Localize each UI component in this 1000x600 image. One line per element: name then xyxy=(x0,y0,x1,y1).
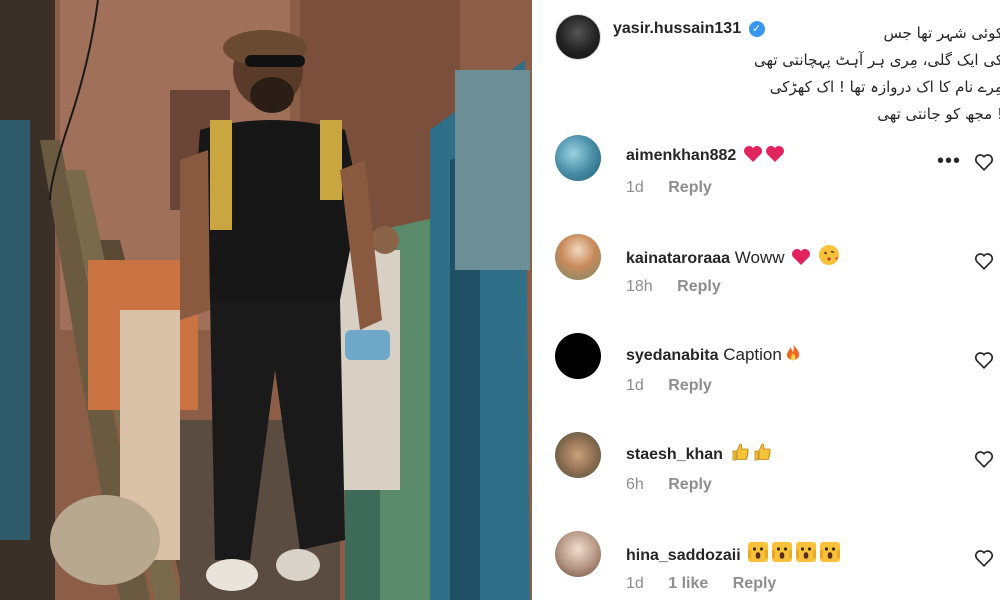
comment-item: syedanabita Caption 1d Reply xyxy=(555,333,995,423)
heart-emoji-icon xyxy=(743,145,763,168)
comment-time: 6h xyxy=(626,476,644,493)
comment-time: 1d xyxy=(626,377,644,394)
comment-line: kainataroraaa Woww xyxy=(626,244,840,271)
heart-emoji-icon xyxy=(765,145,785,168)
comment-line: hina_saddozaii xyxy=(626,541,841,568)
reply-button[interactable]: Reply xyxy=(677,278,721,295)
caption-line: کی ایک گلی، مِری ہر آہٹ پہچانتی تھی xyxy=(753,51,1000,69)
reply-button[interactable]: Reply xyxy=(668,179,712,196)
comment-line: syedanabita Caption xyxy=(626,343,802,368)
comment-meta: 1d Reply xyxy=(626,377,732,395)
commenter-avatar[interactable] xyxy=(555,432,601,478)
comment-item: kainataroraaa Woww 18h Reply xyxy=(555,234,995,324)
caption-text: کوئی شہر تھا جس کی ایک گلی، مِری ہر آہٹ … xyxy=(613,20,1000,128)
fire-emoji-icon xyxy=(784,343,802,368)
commenter-username[interactable]: hina_saddozaii xyxy=(626,547,741,564)
commenter-username[interactable]: kainataroraaa xyxy=(626,250,730,267)
like-heart-icon[interactable] xyxy=(973,448,995,470)
comment-line: staesh_khan xyxy=(626,442,772,467)
like-heart-icon[interactable] xyxy=(973,151,995,173)
comment-text: Woww xyxy=(734,248,785,267)
post-photo[interactable] xyxy=(0,0,532,600)
commenter-avatar[interactable] xyxy=(555,531,601,577)
commenter-username[interactable]: syedanabita xyxy=(626,347,718,364)
comment-time: 1d xyxy=(626,575,644,592)
comment-item: staesh_khan 6h Reply xyxy=(555,432,995,522)
thumbs-up-emoji-icon xyxy=(730,442,750,467)
like-heart-icon[interactable] xyxy=(973,349,995,371)
comment-meta: 6h Reply xyxy=(626,476,732,494)
kiss-face-emoji-icon xyxy=(818,244,840,271)
thumbs-up-emoji-icon xyxy=(752,442,772,467)
like-heart-icon[interactable] xyxy=(973,547,995,569)
commenter-username[interactable]: staesh_khan xyxy=(626,446,723,463)
street-photo xyxy=(0,0,532,600)
reply-button[interactable]: Reply xyxy=(668,476,712,493)
comment-meta: 1d 1 like Reply xyxy=(626,575,796,593)
comment-meta: 1d Reply xyxy=(626,179,732,197)
comment-time: 18h xyxy=(626,278,653,295)
scream-emoji-icon xyxy=(795,541,817,568)
scream-emoji-icon xyxy=(819,541,841,568)
like-heart-icon[interactable] xyxy=(973,250,995,272)
commenter-avatar[interactable] xyxy=(555,135,601,181)
comment-text: Caption xyxy=(723,345,782,364)
reply-button[interactable]: Reply xyxy=(668,377,712,394)
caption-line: مِرے نام کا اک دروازہ تھا ! اک کھڑکی xyxy=(769,78,1000,96)
comment-item: aimenkhan882 1d Reply ••• xyxy=(555,135,995,225)
commenter-username[interactable]: aimenkhan882 xyxy=(626,147,736,164)
divider xyxy=(532,0,540,600)
author-avatar[interactable] xyxy=(555,14,601,60)
comment-line: aimenkhan882 xyxy=(626,145,785,168)
caption-line: کوئی شہر تھا جس xyxy=(883,24,1000,42)
commenter-avatar[interactable] xyxy=(555,234,601,280)
more-options-icon[interactable]: ••• xyxy=(937,151,961,171)
comments-panel: yasir.hussain131 ✓ کوئی شہر تھا جس کی ای… xyxy=(540,0,1000,600)
commenter-avatar[interactable] xyxy=(555,333,601,379)
heart-emoji-icon xyxy=(791,248,811,271)
scream-emoji-icon xyxy=(771,541,793,568)
comment-likes[interactable]: 1 like xyxy=(668,575,708,592)
comment-item: hina_saddozaii 1d 1 like Reply xyxy=(555,531,995,600)
reply-button[interactable]: Reply xyxy=(733,575,777,592)
caption-line: ! مجھ کو جانتی تھی xyxy=(877,105,1000,123)
scream-emoji-icon xyxy=(747,541,769,568)
comment-time: 1d xyxy=(626,179,644,196)
comment-meta: 18h Reply xyxy=(626,278,741,296)
